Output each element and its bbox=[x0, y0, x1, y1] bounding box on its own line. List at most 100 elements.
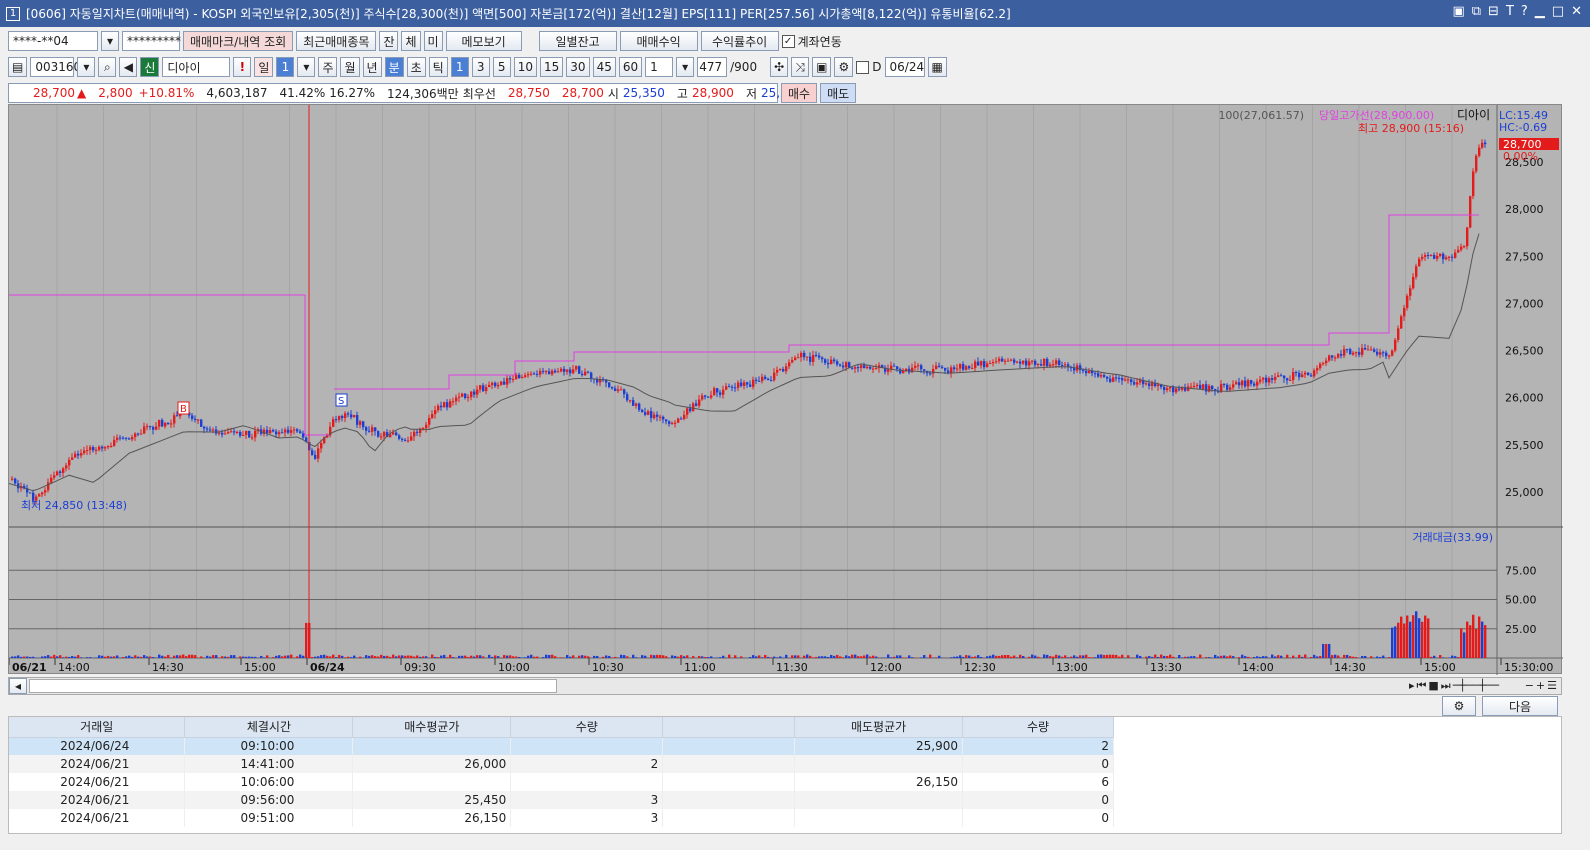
account-link-checkbox[interactable]: ✓ bbox=[781, 34, 795, 48]
stop-icon[interactable]: ■ bbox=[1428, 679, 1438, 693]
column-header[interactable]: 체결시간 bbox=[184, 717, 354, 738]
max-price-label: 최고 28,900 (15:16) bbox=[1358, 122, 1464, 135]
speaker-icon[interactable]: ◀ bbox=[119, 57, 138, 77]
memo-button[interactable]: 메모보기 bbox=[445, 31, 522, 51]
stock-name-field[interactable]: 디아이 bbox=[162, 57, 231, 77]
period-second-button[interactable]: 초 bbox=[406, 57, 426, 77]
minimize-icon[interactable]: ▁ bbox=[1535, 4, 1545, 19]
table-row[interactable]: 2024/06/21 09:56:00 25,450 3 0 bbox=[9, 791, 1114, 809]
maximize-icon[interactable]: □ bbox=[1552, 4, 1564, 19]
period-week-button[interactable]: 주 bbox=[318, 57, 338, 77]
layout-icon[interactable]: ☰ bbox=[1547, 679, 1557, 693]
candle-body bbox=[1436, 255, 1439, 259]
volume-bar bbox=[194, 655, 197, 658]
column-header[interactable]: 거래일 bbox=[9, 717, 186, 738]
minute-5-button[interactable]: 5 bbox=[492, 57, 511, 77]
bar-count-input[interactable]: 477 bbox=[697, 57, 728, 77]
zoom-slider[interactable]: ─┼──┼── bbox=[1453, 679, 1523, 693]
account-dropdown-icon[interactable]: ▾ bbox=[101, 31, 119, 51]
calendar-icon[interactable]: ▦ bbox=[927, 57, 947, 77]
volume-bar bbox=[977, 655, 980, 658]
table-row[interactable]: 2024/06/24 09:10:00 25,900 2 bbox=[9, 737, 1114, 755]
trade-profit-button[interactable]: 매매수익 bbox=[619, 31, 698, 51]
table-row[interactable]: 2024/06/21 10:06:00 26,150 6 bbox=[9, 773, 1114, 791]
chart-canvas[interactable]: 28,50028,00027,50027,00026,50026,00025,5… bbox=[8, 105, 1563, 675]
price-tick-label: 27,000 bbox=[1505, 297, 1544, 310]
scroll-right-icon[interactable]: ▸ bbox=[1409, 679, 1415, 693]
minute-3-button[interactable]: 3 bbox=[471, 57, 490, 77]
alert-button[interactable]: ! bbox=[233, 57, 252, 77]
settings-gear-icon[interactable]: ⚙ bbox=[1442, 696, 1476, 716]
daily-balance-button[interactable]: 일별잔고 bbox=[538, 31, 617, 51]
volume-bar bbox=[1187, 656, 1190, 658]
code-dropdown-icon[interactable]: ▾ bbox=[77, 57, 96, 77]
filled-button[interactable]: 체 bbox=[401, 31, 421, 51]
column-header[interactable]: 수량 bbox=[510, 717, 664, 738]
scroll-thumb[interactable] bbox=[29, 679, 557, 693]
period-month-button[interactable]: 월 bbox=[340, 57, 360, 77]
period-year-button[interactable]: 년 bbox=[362, 57, 382, 77]
column-header[interactable]: 수량 bbox=[962, 717, 1114, 738]
close-icon[interactable]: ✕ bbox=[1571, 4, 1582, 19]
minute-60-button[interactable]: 60 bbox=[618, 57, 643, 77]
sell-button[interactable]: 매도 bbox=[820, 83, 857, 103]
candle-body bbox=[1085, 370, 1088, 374]
pattern-icon[interactable]: ⤨ bbox=[791, 57, 810, 77]
search-icon[interactable]: ⌕ bbox=[98, 57, 117, 77]
count-dropdown-icon[interactable]: ▾ bbox=[676, 57, 695, 77]
candle-body bbox=[296, 429, 299, 432]
price-chart[interactable]: 28,500 28,000 27,500 27,000 26,500 26,000 25,5… bbox=[8, 104, 1563, 675]
minute-30-button[interactable]: 30 bbox=[566, 57, 590, 77]
balance-button[interactable]: 잔 bbox=[379, 31, 399, 51]
table-cell: 2 bbox=[962, 737, 1114, 755]
period-num-select[interactable]: 1 bbox=[276, 57, 295, 77]
first-icon[interactable]: ⏮ bbox=[1416, 679, 1426, 693]
minute-10-button[interactable]: 10 bbox=[513, 57, 537, 77]
candle-body bbox=[206, 428, 209, 430]
return-trend-button[interactable]: 수익률추이 bbox=[700, 31, 779, 51]
candle-body bbox=[473, 391, 476, 395]
period-tick-button[interactable]: 틱 bbox=[428, 57, 448, 77]
minute-45-button[interactable]: 45 bbox=[592, 57, 616, 77]
count-select[interactable]: 1 bbox=[645, 57, 674, 77]
save-icon[interactable]: ▣ bbox=[812, 57, 832, 77]
date-checkbox[interactable] bbox=[856, 60, 870, 74]
scroll-left-icon[interactable]: ◂ bbox=[9, 678, 27, 694]
book-icon[interactable]: ▤ bbox=[8, 57, 28, 77]
column-header[interactable]: 매도평균가 bbox=[794, 717, 964, 738]
period-day-button[interactable]: 일 bbox=[254, 57, 274, 77]
minute-15-button[interactable]: 15 bbox=[540, 57, 564, 77]
column-header[interactable] bbox=[662, 717, 796, 738]
volume-bar bbox=[554, 656, 557, 658]
password-field[interactable]: ********* bbox=[122, 31, 181, 51]
link-icon[interactable]: ▣ bbox=[1452, 4, 1464, 19]
zoom-in-icon[interactable]: + bbox=[1536, 679, 1545, 693]
tools-icon[interactable]: ✣ bbox=[770, 57, 789, 77]
period-dropdown-icon[interactable]: ▾ bbox=[297, 57, 316, 77]
font-icon[interactable]: T bbox=[1506, 4, 1514, 19]
help-icon[interactable]: ? bbox=[1521, 4, 1528, 19]
account-select[interactable]: ****-**04 bbox=[8, 31, 98, 51]
pin-icon[interactable]: ⊟ bbox=[1488, 4, 1499, 19]
date-input[interactable]: 06/24 bbox=[884, 57, 925, 77]
volume-bar bbox=[674, 655, 677, 658]
candle-body bbox=[851, 367, 854, 369]
candle-body bbox=[1253, 383, 1256, 386]
candle-body bbox=[221, 432, 224, 435]
table-row[interactable]: 2024/06/21 09:51:00 26,150 3 0 bbox=[9, 809, 1114, 827]
minute-1-button[interactable]: 1 bbox=[450, 57, 469, 77]
column-header[interactable]: 매수평균가 bbox=[352, 717, 512, 738]
table-row[interactable]: 2024/06/21 14:41:00 26,000 2 0 bbox=[9, 755, 1114, 773]
stock-code-input[interactable]: 003160 bbox=[30, 57, 81, 77]
zoom-out-icon[interactable]: − bbox=[1525, 679, 1534, 693]
gear-icon[interactable]: ⚙ bbox=[834, 57, 854, 77]
last-icon[interactable]: ⏭ bbox=[1441, 679, 1451, 693]
volume-bar bbox=[284, 655, 287, 658]
marks-lookup-button[interactable]: 매매마크/내역 조회 bbox=[183, 31, 294, 51]
next-button[interactable]: 다음 bbox=[1482, 696, 1558, 716]
period-minute-button[interactable]: 분 bbox=[384, 57, 404, 77]
buy-button[interactable]: 매수 bbox=[781, 83, 818, 103]
copy-icon[interactable]: ⧉ bbox=[1472, 4, 1481, 19]
recent-trades-button[interactable]: 최근매매종목 bbox=[296, 31, 377, 51]
unfilled-button[interactable]: 미 bbox=[423, 31, 443, 51]
